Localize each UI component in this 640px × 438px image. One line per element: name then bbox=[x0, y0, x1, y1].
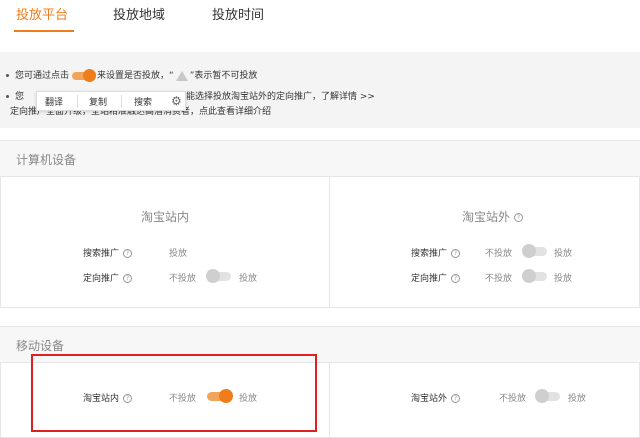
search-promo-status: 投放 bbox=[169, 249, 188, 259]
info-line-1-suffix: ”表示暂不可投放 bbox=[189, 71, 258, 81]
computer-outer-panel: 淘宝站外? 搜索推广? 不投放 投放 定向推广? 不投放 投放 bbox=[329, 176, 640, 308]
mobile-inner-label: 淘宝站内? bbox=[83, 391, 133, 404]
tab-region[interactable]: 投放地域 bbox=[113, 4, 165, 23]
search-promo-label: 搜索推广? bbox=[83, 246, 133, 259]
mobile-outer-label: 淘宝站外? bbox=[411, 391, 461, 404]
popup-divider bbox=[77, 95, 78, 108]
info-line-2-text[interactable]: 能选择投放淘宝站外的定向推广，了解详情 >> bbox=[186, 89, 375, 102]
help-icon[interactable]: ? bbox=[451, 274, 461, 283]
info-line-1: 您可通过点击 来设置是否投放，“ ”表示暂不可投放 bbox=[6, 68, 258, 82]
tab-time[interactable]: 投放时间 bbox=[212, 4, 264, 23]
gear-icon[interactable]: ⚙ bbox=[171, 94, 182, 108]
computer-inner-title: 淘宝站内 bbox=[141, 210, 190, 224]
mobile-section-title: 移动设备 bbox=[16, 339, 65, 353]
help-icon[interactable]: ? bbox=[451, 249, 461, 258]
help-icon[interactable]: ? bbox=[123, 274, 133, 283]
help-icon[interactable]: ? bbox=[123, 249, 133, 258]
search-button[interactable]: 搜索 bbox=[134, 95, 152, 108]
targeted-promo-toggle[interactable] bbox=[206, 269, 231, 283]
help-icon[interactable]: ? bbox=[514, 213, 524, 222]
computer-inner-panel: 淘宝站内 搜索推广? 投放 定向推广? 不投放 投放 bbox=[0, 176, 330, 308]
computer-outer-title: 淘宝站外? bbox=[462, 208, 524, 225]
on-label: 投放 bbox=[239, 394, 258, 404]
outer-search-promo-label: 搜索推广? bbox=[411, 246, 461, 259]
targeted-promo-label: 定向推广? bbox=[83, 271, 133, 284]
computer-section-title: 计算机设备 bbox=[16, 153, 77, 167]
mobile-outer-panel: 淘宝站外? 不投放 投放 bbox=[329, 362, 640, 438]
off-label: 不投放 bbox=[169, 394, 197, 404]
outer-targeted-promo-label: 定向推广? bbox=[411, 271, 461, 284]
popup-divider bbox=[121, 95, 122, 108]
toggle-on-icon bbox=[72, 68, 97, 82]
mobile-inner-toggle[interactable] bbox=[207, 389, 233, 403]
tab-bar: 投放平台 投放地域 投放时间 bbox=[0, 0, 640, 34]
info-line-1-prefix: 您可通过点击 bbox=[15, 71, 70, 81]
computer-section-header: 计算机设备 bbox=[0, 140, 640, 176]
off-label: 不投放 bbox=[485, 249, 513, 259]
help-icon[interactable]: ? bbox=[451, 394, 461, 403]
info-line-2: 您 bbox=[6, 89, 24, 102]
off-label: 不投放 bbox=[485, 274, 513, 284]
off-label: 不投放 bbox=[499, 394, 527, 404]
warning-triangle-icon bbox=[175, 70, 188, 81]
active-tab-indicator bbox=[14, 30, 74, 32]
bullet-icon bbox=[6, 95, 9, 98]
mobile-inner-panel: 淘宝站内? 不投放 投放 bbox=[0, 362, 330, 438]
tab-platform[interactable]: 投放平台 bbox=[16, 4, 68, 23]
outer-search-promo-toggle[interactable] bbox=[522, 244, 547, 258]
info-panel: 您可通过点击 来设置是否投放，“ ”表示暂不可投放 您 能选择投放淘宝站外的定向推广… bbox=[0, 52, 640, 128]
on-label: 投放 bbox=[568, 394, 587, 404]
info-line-2-prefix: 您 bbox=[15, 92, 25, 102]
on-label: 投放 bbox=[554, 249, 573, 259]
bullet-icon bbox=[6, 74, 9, 77]
on-label: 投放 bbox=[554, 274, 573, 284]
translate-button[interactable]: 翻译 bbox=[45, 95, 63, 108]
help-icon[interactable]: ? bbox=[123, 394, 133, 403]
mobile-section-header: 移动设备 bbox=[0, 326, 640, 362]
mobile-outer-toggle[interactable] bbox=[535, 389, 560, 403]
selection-popup: 翻译 复制 搜索 ⚙ bbox=[36, 91, 186, 111]
copy-button[interactable]: 复制 bbox=[89, 95, 107, 108]
info-line-1-middle: 来设置是否投放，“ bbox=[97, 71, 174, 81]
off-label: 不投放 bbox=[169, 274, 197, 284]
on-label: 投放 bbox=[239, 274, 258, 284]
outer-targeted-promo-toggle[interactable] bbox=[522, 269, 547, 283]
